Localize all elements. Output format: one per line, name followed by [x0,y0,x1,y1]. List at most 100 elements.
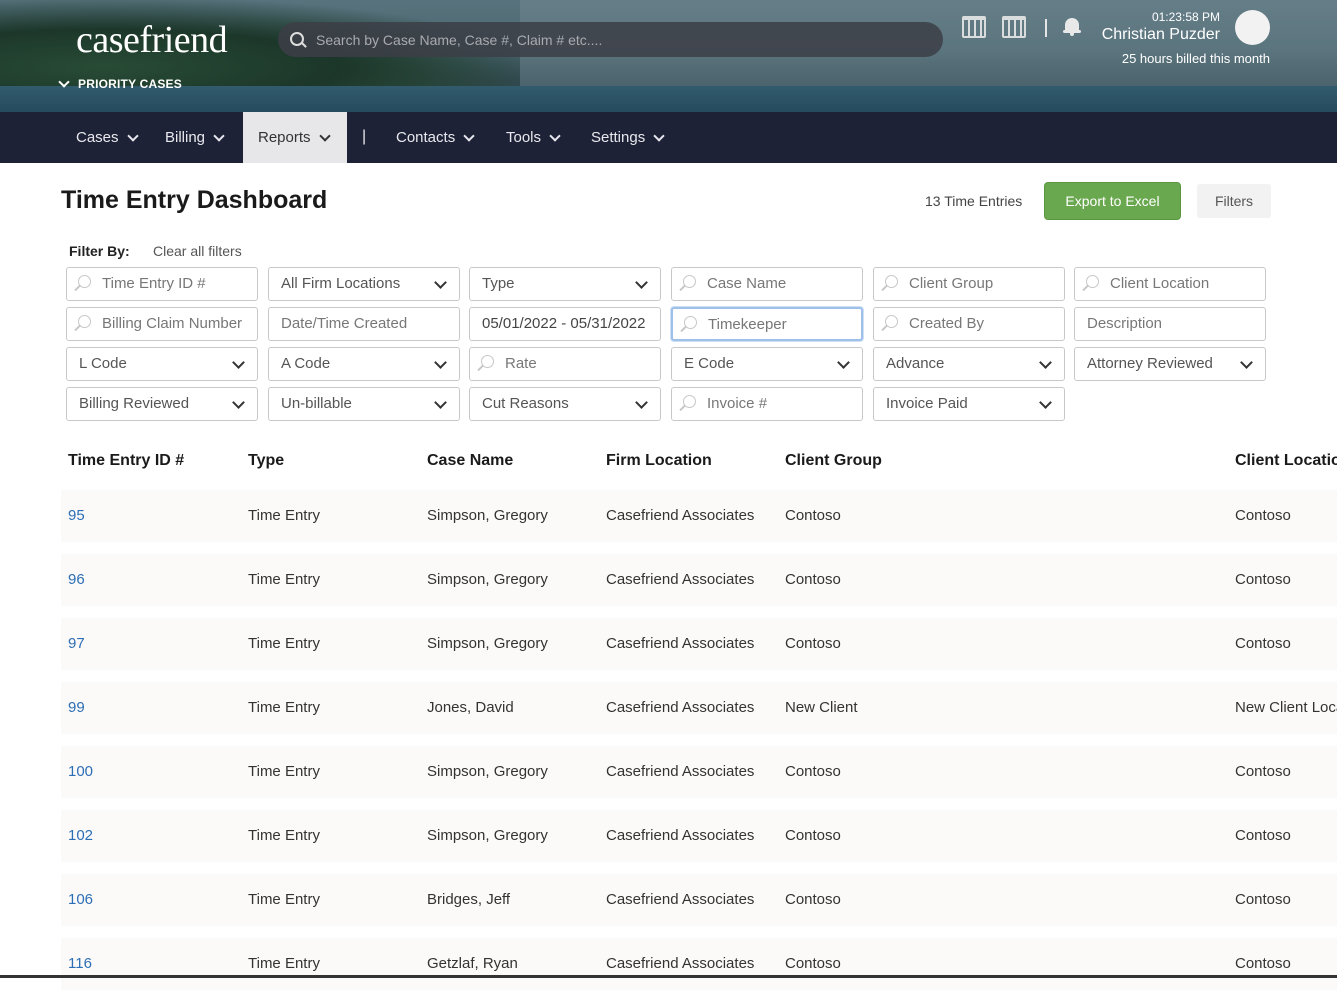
nav-reports[interactable]: Reports [243,112,347,163]
cell-client-location: Contoso [1235,955,1291,972]
cell-client-location: New Client Location [1235,699,1337,716]
chevron-down-icon [1039,396,1052,409]
cell-case-name: Simpson, Gregory [427,635,548,652]
clear-all-filters-link[interactable]: Clear all filters [153,243,242,259]
filter-case-name[interactable]: Case Name [671,267,863,301]
nav-billing[interactable]: Billing [150,112,238,163]
filter-invoice-number[interactable]: Invoice # [671,387,863,421]
filter-date-range[interactable]: 05/01/2022 - 05/31/2022 [469,307,661,341]
chevron-down-icon [837,356,850,369]
filters-button[interactable]: Filters [1197,184,1271,218]
chevron-down-icon [635,276,648,289]
filter-billing-reviewed[interactable]: Billing Reviewed [66,387,258,421]
cell-client-group: Contoso [785,763,841,780]
cell-client-group: Contoso [785,635,841,652]
page-title: Time Entry Dashboard [61,186,328,214]
search-icon [683,395,696,408]
cell-case-name: Bridges, Jeff [427,891,511,908]
filter-a-code[interactable]: A Code [268,347,460,381]
column-header-case-name[interactable]: Case Name [427,452,513,470]
main-nav: Cases Billing Reports | Contacts Tools S… [0,112,1337,163]
filter-rate[interactable]: Rate [469,347,661,381]
cell-case-name: Getzlaf, Ryan [427,955,518,972]
cell-id[interactable]: 97 [68,635,85,652]
avatar[interactable] [1235,10,1270,45]
priority-cases-toggle[interactable]: PRIORITY CASES [58,76,182,91]
cell-firm-location: Casefriend Associates [606,699,755,716]
chevron-down-icon [653,129,665,142]
billed-hours: 25 hours billed this month [1121,51,1270,66]
export-to-excel-button[interactable]: Export to Excel [1044,182,1181,220]
filter-client-group[interactable]: Client Group [873,267,1065,301]
filter-l-code[interactable]: L Code [66,347,258,381]
cell-firm-location: Casefriend Associates [606,635,755,652]
cell-client-location: Contoso [1235,507,1291,524]
column-header-client-location[interactable]: Client Location [1235,452,1337,470]
cell-client-group: Contoso [785,571,841,588]
cell-case-name: Simpson, Gregory [427,763,548,780]
chevron-down-icon [1039,356,1052,369]
app-logo[interactable]: casefriend [76,18,228,62]
filter-type[interactable]: Type [469,267,661,301]
filter-time-entry-id[interactable]: Time Entry ID # [66,267,258,301]
cell-id[interactable]: 100 [68,763,93,780]
filter-attorney-reviewed[interactable]: Attorney Reviewed [1074,347,1266,381]
cell-firm-location: Casefriend Associates [606,763,755,780]
filter-unbillable[interactable]: Un-billable [268,387,460,421]
user-name[interactable]: Christian Puzder [1072,26,1220,44]
filter-advance[interactable]: Advance [873,347,1065,381]
chevron-down-icon [1240,356,1253,369]
calendar-icon[interactable] [962,16,986,38]
cell-id[interactable]: 106 [68,891,93,908]
cell-type: Time Entry [248,571,320,588]
cell-firm-location: Casefriend Associates [606,571,755,588]
cell-firm-location: Casefriend Associates [606,507,755,524]
filter-created-by[interactable]: Created By [873,307,1065,341]
user-info: 01:23:58 PM Christian Puzder 25 hours bi… [1072,10,1270,66]
cell-id[interactable]: 96 [68,571,85,588]
search-icon [683,275,696,288]
chevron-down-icon [58,76,70,88]
search-bar[interactable] [278,22,943,57]
nav-contacts[interactable]: Contacts [381,112,488,163]
cell-case-name: Simpson, Gregory [427,571,548,588]
cell-client-group: Contoso [785,955,841,972]
clock-time: 01:23:58 PM [1151,10,1220,24]
search-icon [885,315,898,328]
header-divider [1045,19,1047,37]
nav-tools[interactable]: Tools [491,112,574,163]
filter-cut-reasons[interactable]: Cut Reasons [469,387,661,421]
filter-timekeeper[interactable]: Timekeeper [671,307,863,341]
filter-invoice-paid[interactable]: Invoice Paid [873,387,1065,421]
chevron-down-icon [549,129,561,142]
column-header-firm-location[interactable]: Firm Location [606,452,712,470]
nav-settings[interactable]: Settings [576,112,678,163]
cell-type: Time Entry [248,507,320,524]
chevron-down-icon [318,129,331,142]
chevron-down-icon [232,356,245,369]
filter-description[interactable]: Description [1074,307,1266,341]
filter-e-code[interactable]: E Code [671,347,863,381]
cell-client-group: Contoso [785,827,841,844]
filter-date-created[interactable]: Date/Time Created [268,307,460,341]
cell-client-location: Contoso [1235,763,1291,780]
column-header-id[interactable]: Time Entry ID # [68,452,184,470]
cell-case-name: Jones, David [427,699,514,716]
cell-id[interactable]: 116 [68,955,92,972]
cell-id[interactable]: 99 [68,699,85,716]
nav-cases[interactable]: Cases [61,112,152,163]
column-header-client-group[interactable]: Client Group [785,452,882,470]
cell-id[interactable]: 95 [68,507,85,524]
cell-id[interactable]: 102 [68,827,93,844]
search-icon [78,315,91,328]
search-icon [290,32,304,46]
search-input[interactable] [314,28,918,52]
column-header-type[interactable]: Type [248,452,284,470]
filter-client-location[interactable]: Client Location [1074,267,1266,301]
cell-type: Time Entry [248,955,320,972]
filter-billing-claim-number[interactable]: Billing Claim Number [66,307,258,341]
chevron-down-icon [232,396,245,409]
chevron-down-icon [635,396,648,409]
filter-firm-locations[interactable]: All Firm Locations [268,267,460,301]
calendar-alt-icon[interactable] [1002,16,1026,38]
